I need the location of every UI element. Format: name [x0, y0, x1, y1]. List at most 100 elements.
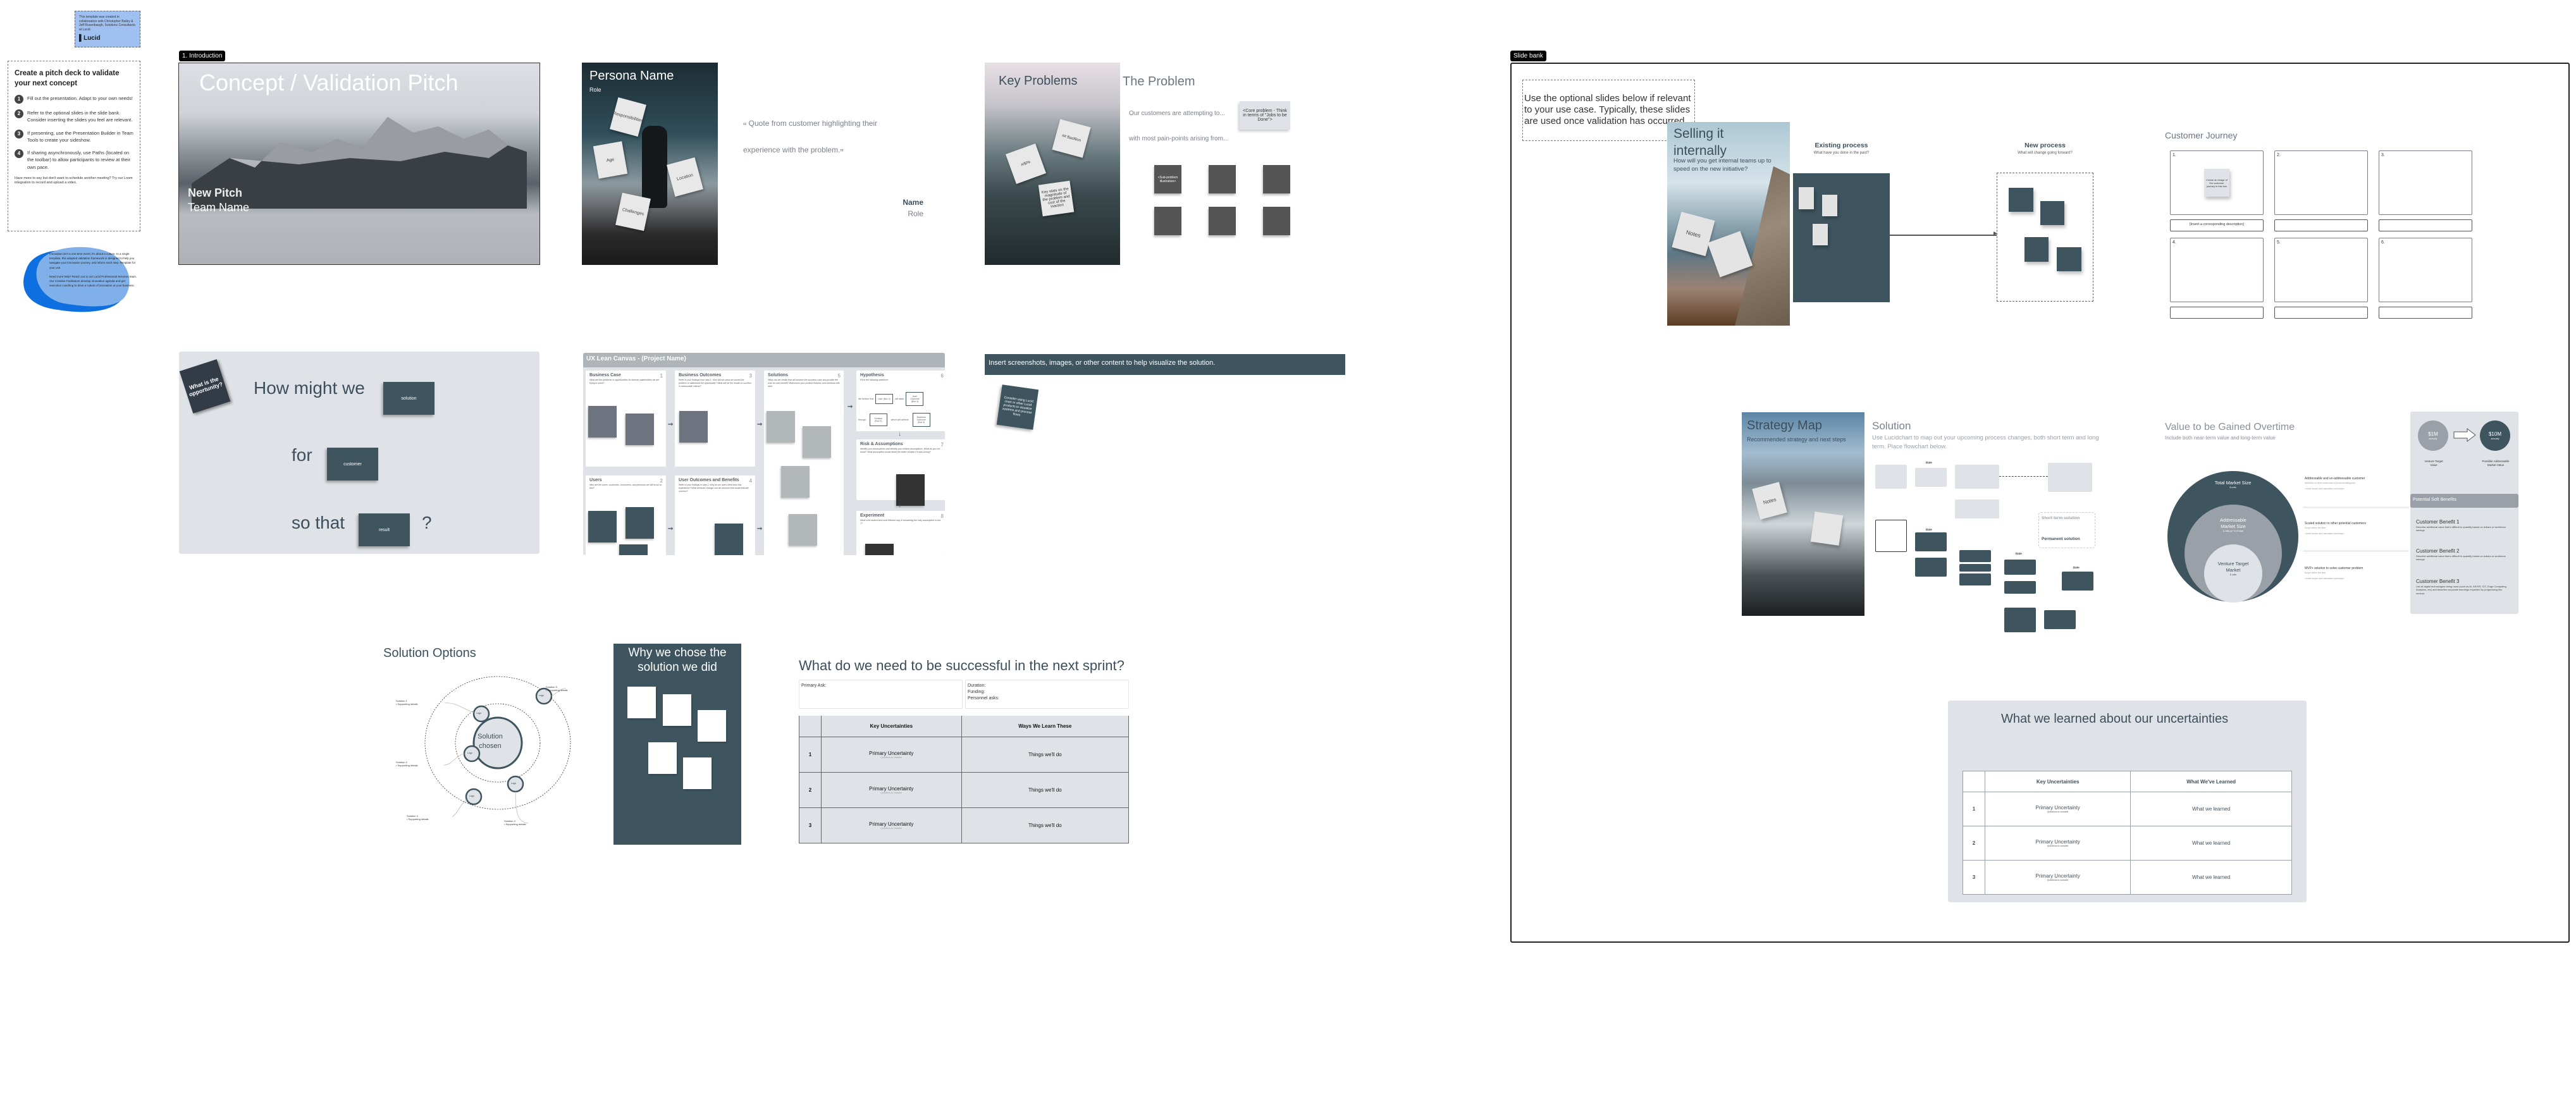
journey-step-box[interactable]: 3.	[2379, 150, 2472, 215]
sticky-note[interactable]	[1822, 195, 1837, 216]
journey-step-box[interactable]: 1. Create an image of the customer journ…	[2170, 150, 2264, 215]
sticky-note[interactable]	[619, 544, 648, 555]
opportunity-tag[interactable]: What is the opportunity?	[179, 359, 231, 414]
hypothesis-box[interactable]: Business Outcome (Box 3)	[912, 413, 930, 427]
action-cell[interactable]: Things we'll do	[961, 771, 1130, 808]
sticky-note[interactable]: ## Bazillion	[1052, 119, 1091, 158]
sticky-note[interactable]	[865, 544, 894, 555]
action-cell[interactable]: Things we'll do	[961, 807, 1130, 843]
uncertainty-cell[interactable]: Primary Uncertainty Questions to consider	[1984, 792, 2131, 826]
key-problems-slide[interactable]: Key Problems #/$/% ## Bazillion Key stat…	[985, 63, 1120, 265]
uncertainty-cell[interactable]: Primary Uncertainty Questions to consider	[1984, 860, 2131, 895]
sub-problem-note[interactable]	[1263, 165, 1290, 193]
strategy-map-slide[interactable]: Strategy Map Recommended strategy and ne…	[1742, 412, 1864, 616]
flow-node-permanent[interactable]	[2062, 572, 2093, 591]
learned-cell[interactable]: What we learned	[2130, 826, 2292, 861]
table-row[interactable]: 3 Primary Uncertainty Questions to consid…	[1963, 860, 2292, 895]
hypothesis-box[interactable]: User Outcome (Box 4)	[906, 392, 924, 406]
value-projection-panel[interactable]: $1M annually $10M annually Venture Target …	[2410, 412, 2518, 614]
target-market-circle[interactable]: Venture Target Market $ units	[2204, 544, 2262, 603]
visualize-banner[interactable]: Insert screenshots, images, or other con…	[985, 354, 1345, 375]
sticky-note[interactable]	[627, 687, 656, 718]
value-row[interactable]: Addressable and un-addressable customer D…	[2305, 477, 2409, 491]
sticky-note[interactable]	[588, 406, 617, 438]
flow-node-permanent[interactable]	[1915, 558, 1947, 577]
hypothesis-box[interactable]: Solution (Box 5)	[869, 414, 887, 426]
customer-box[interactable]: customer	[327, 448, 378, 481]
sticky-note[interactable]	[1810, 512, 1844, 546]
canvas-cell-hypothesis[interactable]: Hypothesis 6 Fill in the following senten…	[856, 371, 945, 431]
why-we-chose-slide[interactable]: Why we chose the solution we did	[613, 644, 741, 845]
flow-node-permanent[interactable]	[1959, 573, 1991, 585]
journey-description-field[interactable]	[2170, 307, 2264, 319]
sprint-details-field[interactable]: Duration: Funding: Personnel asks:	[965, 680, 1129, 709]
flow-node-short-term[interactable]	[1955, 499, 1999, 518]
journey-description-field[interactable]	[2274, 307, 2368, 319]
primary-ask-field[interactable]: Primary Ask:	[799, 680, 963, 709]
journey-step-box[interactable]: 2.	[2274, 150, 2368, 215]
journey-step-box[interactable]: 6.	[2379, 238, 2472, 302]
sticky-note[interactable]	[2009, 188, 2033, 212]
template-credit-note[interactable]: This template was created in collaborati…	[75, 11, 140, 47]
sticky-note[interactable]	[2024, 237, 2049, 262]
sub-problem-note[interactable]: <Sub-problem illustration>	[1154, 165, 1181, 193]
uncertainty-cell[interactable]: Primary Uncertainty Questions to consider	[821, 736, 962, 773]
learned-cell[interactable]: What we learned	[2130, 792, 2292, 826]
customer-quote[interactable]: “ Quote from customer highlighting their…	[743, 114, 933, 166]
frame-label-slide-bank[interactable]: Slide bank	[1510, 51, 1546, 61]
journey-description-field[interactable]	[2379, 219, 2472, 231]
sticky-note[interactable]	[626, 414, 654, 445]
result-box[interactable]: result	[359, 513, 410, 546]
journey-description-field[interactable]	[2274, 219, 2368, 231]
table-row[interactable]: 3 Primary Uncertainty Questions to consid…	[799, 807, 1130, 843]
sticky-note[interactable]	[1799, 187, 1814, 209]
instructions-panel[interactable]: Create a pitch deck to validate your nex…	[8, 61, 140, 231]
persona-slide[interactable]: Persona Name Role Responsibilities Age L…	[582, 63, 718, 265]
selling-internally-slide[interactable]: Selling it internally How will you get i…	[1667, 122, 1790, 326]
journey-step-box[interactable]: 4.	[2170, 238, 2264, 302]
flow-node-short-term[interactable]	[1875, 465, 1907, 489]
sticky-note[interactable]: Responsibilities	[610, 97, 646, 137]
frame-label-introduction[interactable]: 1. Introduction	[179, 51, 226, 61]
journey-description-field[interactable]	[2379, 307, 2472, 319]
journey-tip-note[interactable]: Create an image of the customer journey …	[2204, 169, 2229, 197]
uncertainty-cell[interactable]: Primary Uncertainty Questions to consider	[821, 807, 962, 843]
sticky-note[interactable]	[626, 507, 654, 539]
sub-problem-note[interactable]	[1154, 207, 1181, 235]
value-row[interactable]: Scaled solution to other potential custo…	[2305, 522, 2409, 536]
table-row[interactable]: 2 Primary Uncertainty Questions to consid…	[799, 771, 1130, 808]
flow-node-permanent[interactable]	[2004, 581, 2036, 594]
how-might-we-slide[interactable]: What is the opportunity? How might we so…	[179, 352, 539, 554]
flow-node-permanent[interactable]	[1915, 532, 1947, 551]
flow-node-permanent[interactable]	[2044, 610, 2076, 629]
sticky-note[interactable]: Key stats on the magnitude of the proble…	[1038, 180, 1075, 217]
sticky-note[interactable]	[1813, 224, 1828, 245]
journey-step-box[interactable]: 5.	[2274, 238, 2368, 302]
sticky-note[interactable]: Location	[667, 157, 703, 197]
sticky-note[interactable]	[803, 426, 831, 458]
table-row[interactable]: 2 Primary Uncertainty Questions to consid…	[1963, 826, 2292, 861]
table-row[interactable]: 1 Primary Uncertainty Questions to consid…	[799, 736, 1130, 773]
sticky-note[interactable]: Age	[593, 141, 628, 179]
sub-problem-note[interactable]	[1209, 165, 1236, 193]
sticky-note[interactable]	[588, 511, 617, 542]
sticky-note[interactable]	[683, 757, 712, 789]
sticky-note[interactable]: Challenges	[615, 192, 651, 231]
journey-description-field[interactable]: [Insert a corresponding description]	[2170, 219, 2264, 231]
learned-cell[interactable]: What we learned	[2130, 860, 2292, 895]
flow-node-permanent[interactable]	[2004, 608, 2036, 632]
flow-node-permanent[interactable]	[1959, 564, 1991, 572]
sticky-note[interactable]: Notes	[1672, 211, 1715, 257]
sticky-note[interactable]	[767, 411, 795, 443]
solution-box[interactable]: solution	[383, 382, 434, 415]
title-slide[interactable]: Concept / Validation Pitch New Pitch Tea…	[178, 63, 540, 265]
ux-lean-canvas[interactable]: UX Lean Canvas - (Project Name) Business…	[583, 353, 945, 555]
sub-problem-note[interactable]	[1209, 207, 1236, 235]
flow-node-start[interactable]	[1875, 520, 1907, 552]
sticky-note[interactable]: #/$/%	[1005, 143, 1047, 185]
uncertainty-cell[interactable]: Primary Uncertainty Questions to consider	[821, 771, 962, 808]
sticky-note[interactable]	[715, 524, 743, 555]
sub-problem-note[interactable]	[1263, 207, 1290, 235]
sticky-note[interactable]	[781, 466, 810, 498]
flow-node-permanent[interactable]	[2004, 560, 2036, 575]
